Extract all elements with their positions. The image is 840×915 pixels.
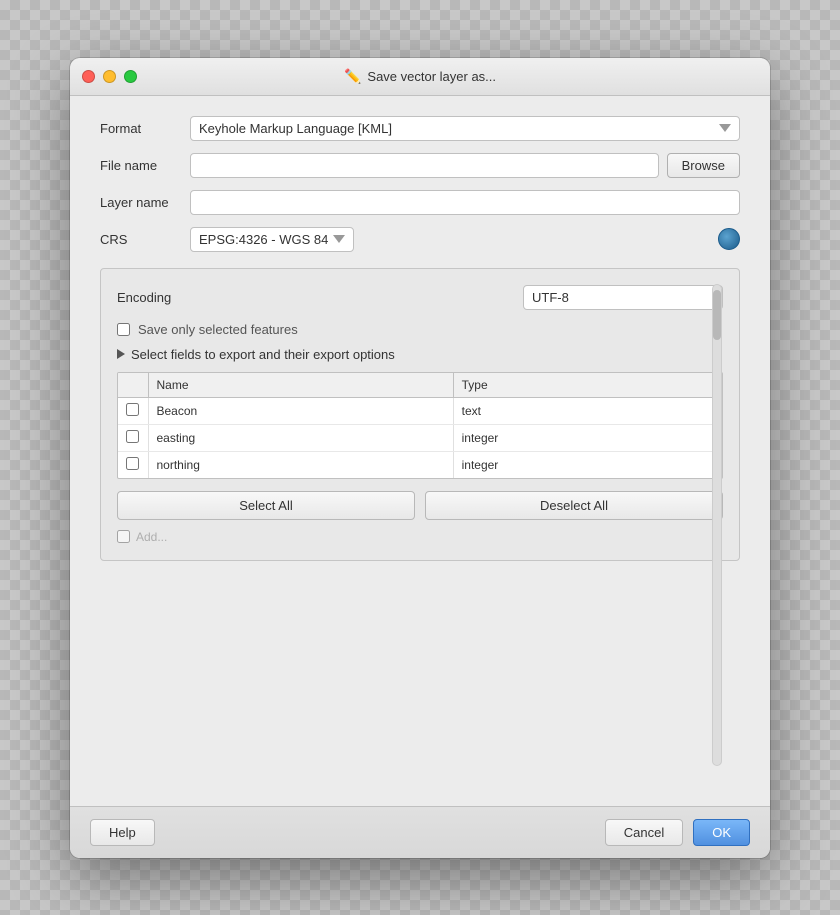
- crs-row: CRS EPSG:4326 - WGS 84: [100, 227, 740, 252]
- format-select[interactable]: Keyhole Markup Language [KML]: [190, 116, 740, 141]
- inner-panel-container: Encoding UTF-8 Save only selected featur…: [100, 264, 740, 786]
- fields-section-title: Select fields to export and their export…: [131, 347, 395, 362]
- encoding-row: Encoding UTF-8: [117, 285, 723, 310]
- row-checkbox-cell: [118, 424, 148, 451]
- encoding-select-wrapper: UTF-8: [523, 285, 723, 310]
- fields-table: Name Type Beacon text easting integer: [118, 373, 722, 478]
- filename-field: /c_test.kml Browse: [190, 153, 740, 178]
- crs-select[interactable]: EPSG:4326 - WGS 84: [190, 227, 354, 252]
- table-row: Beacon text: [118, 397, 722, 424]
- row-checkbox-2[interactable]: [126, 457, 139, 470]
- row-type-cell: text: [453, 397, 722, 424]
- crs-field: EPSG:4326 - WGS 84: [190, 227, 740, 252]
- save-selected-row: Save only selected features: [117, 322, 723, 337]
- col-type-header: Type: [453, 373, 722, 398]
- footer: Help Cancel OK: [70, 806, 770, 858]
- filename-input[interactable]: /c_test.kml: [190, 153, 659, 178]
- fields-section-header: Select fields to export and their export…: [117, 347, 723, 362]
- window-title: ✏️ Save vector layer as...: [344, 68, 496, 85]
- maximize-button[interactable]: [124, 70, 137, 83]
- cancel-button[interactable]: Cancel: [605, 819, 683, 846]
- crs-select-wrapper: EPSG:4326 - WGS 84: [190, 227, 712, 252]
- main-content: Format Keyhole Markup Language [KML] Fil…: [70, 96, 770, 806]
- footer-left: Help: [90, 819, 155, 846]
- row-checkbox-cell: [118, 397, 148, 424]
- titlebar: ✏️ Save vector layer as...: [70, 58, 770, 96]
- row-type-cell: integer: [453, 451, 722, 478]
- layername-field: c_test: [190, 190, 740, 215]
- encoding-select[interactable]: UTF-8: [523, 285, 723, 310]
- action-buttons-row: Select All Deselect All: [117, 491, 723, 520]
- inner-panel: Encoding UTF-8 Save only selected featur…: [100, 268, 740, 561]
- scrollbar-track: [712, 284, 722, 766]
- filename-label: File name: [100, 158, 190, 173]
- main-window: ✏️ Save vector layer as... Format Keyhol…: [70, 58, 770, 858]
- help-button[interactable]: Help: [90, 819, 155, 846]
- expand-triangle-icon[interactable]: [117, 349, 125, 359]
- fields-table-wrapper: Name Type Beacon text easting integer: [117, 372, 723, 479]
- row-name-cell: Beacon: [148, 397, 453, 424]
- title-icon: ✏️: [344, 68, 361, 85]
- layername-input[interactable]: c_test: [190, 190, 740, 215]
- encoding-label: Encoding: [117, 290, 523, 305]
- save-selected-label: Save only selected features: [138, 322, 298, 337]
- globe-icon[interactable]: [718, 228, 740, 250]
- truncated-row: Add...: [117, 530, 723, 544]
- truncated-text: Add...: [136, 530, 167, 544]
- deselect-all-button[interactable]: Deselect All: [425, 491, 723, 520]
- format-row: Format Keyhole Markup Language [KML]: [100, 116, 740, 141]
- row-checkbox-1[interactable]: [126, 430, 139, 443]
- col-check-header: [118, 373, 148, 398]
- crs-wrapper: EPSG:4326 - WGS 84: [190, 227, 740, 252]
- format-select-wrapper: Keyhole Markup Language [KML]: [190, 116, 740, 141]
- layername-row: Layer name c_test: [100, 190, 740, 215]
- row-type-cell: integer: [453, 424, 722, 451]
- table-header-row: Name Type: [118, 373, 722, 398]
- col-name-header: Name: [148, 373, 453, 398]
- format-field: Keyhole Markup Language [KML]: [190, 116, 740, 141]
- layername-label: Layer name: [100, 195, 190, 210]
- title-text: Save vector layer as...: [367, 69, 496, 84]
- row-name-cell: northing: [148, 451, 453, 478]
- table-row: easting integer: [118, 424, 722, 451]
- row-name-cell: easting: [148, 424, 453, 451]
- footer-right: Cancel OK: [605, 819, 750, 846]
- window-controls: [82, 70, 137, 83]
- ok-button[interactable]: OK: [693, 819, 750, 846]
- close-button[interactable]: [82, 70, 95, 83]
- browse-button[interactable]: Browse: [667, 153, 740, 178]
- save-selected-checkbox[interactable]: [117, 323, 130, 336]
- minimize-button[interactable]: [103, 70, 116, 83]
- table-row: northing integer: [118, 451, 722, 478]
- select-all-button[interactable]: Select All: [117, 491, 415, 520]
- filename-row: File name /c_test.kml Browse: [100, 153, 740, 178]
- scrollbar-thumb[interactable]: [713, 290, 721, 340]
- add-filter-checkbox[interactable]: [117, 530, 130, 543]
- crs-label: CRS: [100, 232, 190, 247]
- row-checkbox-0[interactable]: [126, 403, 139, 416]
- row-checkbox-cell: [118, 451, 148, 478]
- format-label: Format: [100, 121, 190, 136]
